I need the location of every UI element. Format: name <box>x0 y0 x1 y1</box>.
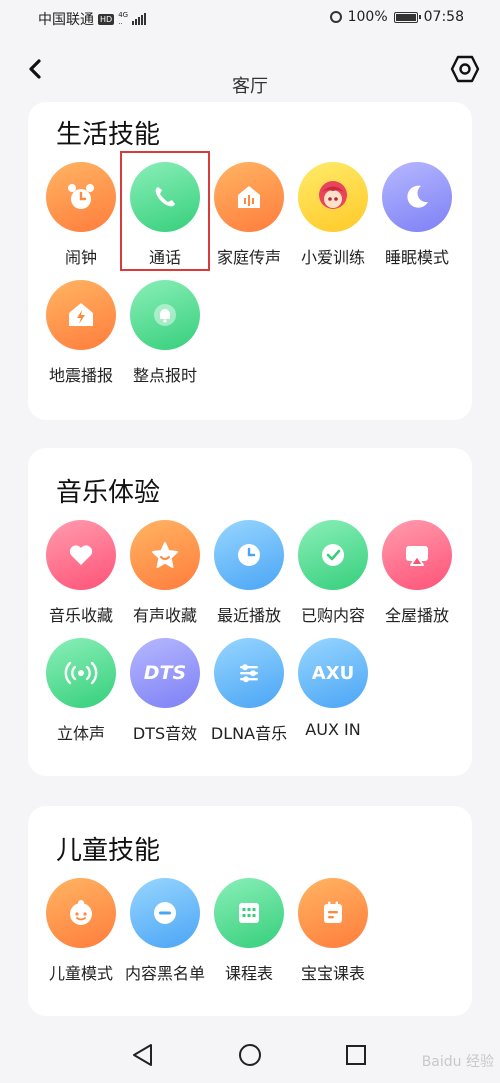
alarm-clock-icon <box>46 162 116 232</box>
skill-alarm[interactable]: 闹钟 <box>39 162 123 268</box>
skill-home-voice[interactable]: 家庭传声 <box>207 162 291 268</box>
skill-dts[interactable]: DTS DTS音效 <box>123 638 207 744</box>
skill-label: 宝宝课表 <box>300 964 365 983</box>
settings-hexagon-icon[interactable] <box>450 54 480 84</box>
battery-icon <box>393 11 421 23</box>
hd-badge: HD <box>98 13 115 25</box>
signal-icon <box>132 13 147 25</box>
skill-label: 已购内容 <box>300 606 365 625</box>
block-icon <box>130 878 200 948</box>
skill-content-blacklist[interactable]: 内容黑名单 <box>123 878 207 984</box>
skill-recently-played[interactable]: 最近播放 <box>207 520 291 626</box>
skill-aux-in[interactable]: AXU AUX IN <box>291 638 375 739</box>
skill-label: 全屋播放 <box>384 606 449 625</box>
watermark: Baidu 经验 <box>421 1054 494 1070</box>
skill-audio-favorites[interactable]: 有声收藏 <box>123 520 207 626</box>
section-title: 儿童技能 <box>56 836 161 866</box>
skill-label: 小爱训练 <box>300 248 365 267</box>
child-face-icon <box>46 878 116 948</box>
skill-label: 家庭传声 <box>216 248 281 267</box>
section-title: 生活技能 <box>56 120 161 150</box>
sliders-icon <box>214 638 284 708</box>
skill-baby-schedule[interactable]: 宝宝课表 <box>291 878 375 984</box>
skill-label: 儿童模式 <box>48 964 113 983</box>
check-icon <box>298 520 368 590</box>
skill-label: 地震播报 <box>48 366 113 385</box>
battery-percent: 100% <box>347 9 388 25</box>
clock-time: 07:58 <box>423 9 464 25</box>
star-icon <box>130 520 200 590</box>
skill-earthquake[interactable]: 地震播报 <box>39 280 123 386</box>
nav-recent-apps-icon[interactable] <box>343 1042 369 1068</box>
bell-icon <box>130 280 200 350</box>
system-navigation-bar: Baidu 经验 <box>0 1028 500 1083</box>
skill-hourly-chime[interactable]: 整点报时 <box>123 280 207 386</box>
aux-icon: AXU <box>298 638 368 708</box>
schedule-icon <box>298 878 368 948</box>
dts-icon: DTS <box>130 638 200 708</box>
skill-whole-home-play[interactable]: 全屋播放 <box>375 520 459 626</box>
header: 客厅 <box>0 36 500 102</box>
skill-label: 内容黑名单 <box>124 964 205 983</box>
skill-label: 闹钟 <box>64 248 97 267</box>
selection-highlight-box <box>120 151 210 271</box>
section-kids-skills: 儿童技能 儿童模式 内容黑名单 课程表 宝宝课表 <box>28 806 472 1016</box>
calendar-grid-icon <box>214 878 284 948</box>
nav-home-icon[interactable] <box>237 1042 263 1068</box>
skill-label: 有声收藏 <box>132 606 197 625</box>
section-title: 音乐体验 <box>56 478 161 508</box>
earthquake-icon <box>46 280 116 350</box>
skill-stereo[interactable]: 立体声 <box>39 638 123 744</box>
page-title: 客厅 <box>232 76 268 97</box>
carrier-name: 中国联通 <box>38 12 94 28</box>
skill-label: DLNA音乐 <box>210 724 288 743</box>
home-voice-icon <box>214 162 284 232</box>
status-bar: 中国联通 HD 4G.. 100% 07:58 <box>0 0 500 36</box>
alarm-status-icon <box>329 11 342 23</box>
skill-label: 课程表 <box>224 964 273 983</box>
skill-label: 睡眠模式 <box>384 248 449 267</box>
skill-xiaoai-training[interactable]: 小爱训练 <box>291 162 375 268</box>
xiaoai-avatar-icon <box>298 162 368 232</box>
skill-label: 立体声 <box>56 724 105 743</box>
heart-icon <box>46 520 116 590</box>
skill-label: DTS音效 <box>132 724 198 743</box>
nav-back-icon[interactable] <box>130 1042 156 1068</box>
skill-kids-mode[interactable]: 儿童模式 <box>39 878 123 984</box>
section-life-skills: 生活技能 闹钟 通话 家庭传声 小爱训练 睡眠模式 地震播报 整点报时 <box>28 102 472 420</box>
skill-dlna[interactable]: DLNA音乐 <box>207 638 291 744</box>
cast-icon <box>382 520 452 590</box>
skill-label: AUX IN <box>305 720 361 739</box>
clock-icon <box>214 520 284 590</box>
skill-sleep-mode[interactable]: 睡眠模式 <box>375 162 459 268</box>
network-type: 4G.. <box>118 11 129 26</box>
skill-music-favorites[interactable]: 音乐收藏 <box>39 520 123 626</box>
moon-icon <box>382 162 452 232</box>
skill-label: 音乐收藏 <box>48 606 113 625</box>
skill-label: 最近播放 <box>216 606 281 625</box>
stereo-icon <box>46 638 116 708</box>
skill-label: 整点报时 <box>132 366 197 385</box>
skill-course-schedule[interactable]: 课程表 <box>207 878 291 984</box>
section-music-experience: 音乐体验 音乐收藏 有声收藏 最近播放 已购内容 全屋播放 立体声 DTS DT… <box>28 448 472 776</box>
skill-purchased[interactable]: 已购内容 <box>291 520 375 626</box>
